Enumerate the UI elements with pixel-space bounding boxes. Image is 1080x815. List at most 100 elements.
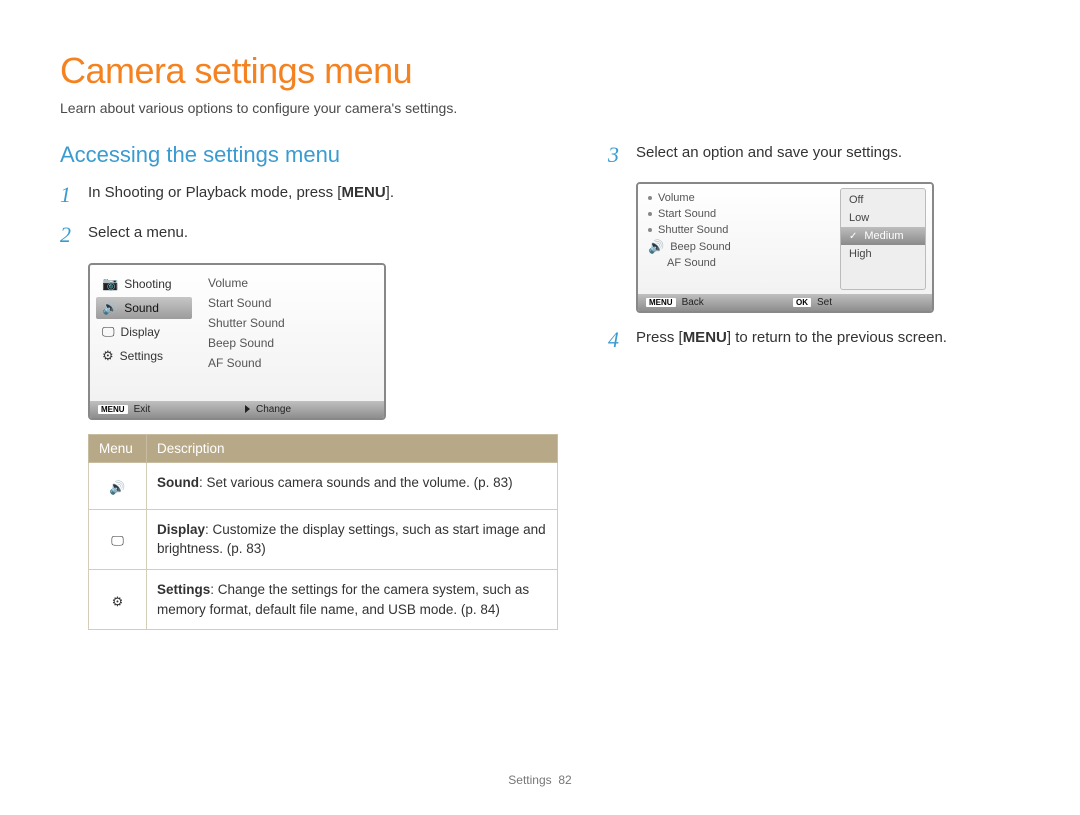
page-title: Camera settings menu bbox=[60, 50, 1020, 92]
footer-left: MENU Back bbox=[638, 294, 785, 311]
submenu-label: Shutter Sound bbox=[658, 224, 728, 236]
row-icon: 🖵 bbox=[89, 509, 147, 569]
menu-badge: MENU bbox=[98, 405, 128, 414]
submenu-item: Volume bbox=[208, 273, 378, 293]
step-number: 1 bbox=[60, 182, 88, 208]
option-item-selected: Medium bbox=[841, 227, 925, 245]
footer-left: MENU Exit bbox=[90, 401, 237, 418]
submenu-item: AF Sound bbox=[208, 353, 378, 373]
row-bold: Display bbox=[157, 522, 205, 537]
cs-footer: MENU Exit Change bbox=[90, 401, 384, 418]
menu-item-sound: 🔊 Sound bbox=[96, 297, 192, 319]
submenu-item: Beep Sound bbox=[208, 333, 378, 353]
row-desc: Sound: Set various camera sounds and the… bbox=[147, 462, 558, 509]
menu-item-display: 🖵 Display bbox=[96, 321, 192, 343]
camera-screen-menu: 📷 Shooting 🔊 Sound 🖵 Display ⚙ Settings bbox=[88, 263, 386, 420]
menu-item-label: Shooting bbox=[124, 277, 171, 291]
table-row: ⚙ Settings: Change the settings for the … bbox=[89, 570, 558, 630]
submenu-item: Shutter Sound bbox=[208, 313, 378, 333]
table-head-desc: Description bbox=[147, 434, 558, 462]
submenu-item: Start Sound bbox=[208, 293, 378, 313]
submenu-row: 🔊 Beep Sound bbox=[648, 238, 834, 255]
display-icon: 🖵 bbox=[102, 325, 115, 338]
row-bold: Settings bbox=[157, 582, 210, 597]
step-post: ] to return to the previous screen. bbox=[727, 329, 947, 346]
menu-item-settings: ⚙ Settings bbox=[96, 345, 192, 367]
display-icon: 🖵 bbox=[111, 533, 124, 548]
camera-icon: 📷 bbox=[102, 277, 118, 290]
submenu-row: AF Sound bbox=[648, 255, 834, 271]
submenu-row: Start Sound bbox=[648, 206, 834, 222]
bullet-icon bbox=[648, 196, 652, 200]
menu-item-label: Display bbox=[121, 325, 160, 339]
step-number: 4 bbox=[608, 327, 636, 353]
table-head-menu: Menu bbox=[89, 434, 147, 462]
step-number: 2 bbox=[60, 222, 88, 248]
play-icon bbox=[245, 405, 250, 413]
right-column: 3 Select an option and save your setting… bbox=[608, 142, 1020, 630]
row-rest: : Customize the display settings, such a… bbox=[157, 522, 546, 557]
footer-right-text: Change bbox=[256, 404, 291, 415]
bullet-icon bbox=[648, 212, 652, 216]
description-table: Menu Description 🔊 Sound: Set various ca… bbox=[88, 434, 558, 630]
footer-label: Settings bbox=[508, 773, 551, 787]
step-bold: MENU bbox=[341, 184, 385, 201]
submenu-label: Beep Sound bbox=[670, 241, 731, 253]
step-text: In Shooting or Playback mode, press [MEN… bbox=[88, 182, 394, 205]
step-text: Press [MENU] to return to the previous s… bbox=[636, 327, 947, 350]
step-3: 3 Select an option and save your setting… bbox=[608, 142, 1020, 168]
submenu-row: Shutter Sound bbox=[648, 222, 834, 238]
submenu-row: Volume bbox=[648, 190, 834, 206]
gear-icon: ⚙ bbox=[112, 594, 124, 609]
footer-page: 82 bbox=[558, 773, 571, 787]
cs-body: Volume Start Sound Shutter Sound 🔊 Beep S… bbox=[638, 184, 932, 294]
check-icon bbox=[849, 230, 860, 242]
menu-badge: MENU bbox=[646, 298, 676, 307]
submenu-label: AF Sound bbox=[667, 257, 716, 269]
row-rest: : Change the settings for the camera sys… bbox=[157, 582, 529, 617]
bullet-icon bbox=[648, 228, 652, 232]
speaker-icon: 🔊 bbox=[648, 240, 664, 253]
menu-item-label: Settings bbox=[120, 349, 163, 363]
table-row: 🔊 Sound: Set various camera sounds and t… bbox=[89, 462, 558, 509]
camera-screen-option: Volume Start Sound Shutter Sound 🔊 Beep S… bbox=[636, 182, 934, 313]
step-text: Select a menu. bbox=[88, 222, 188, 245]
menu-item-label: Sound bbox=[124, 301, 159, 315]
step-number: 3 bbox=[608, 142, 636, 168]
footer-left-text: Exit bbox=[134, 404, 151, 415]
row-bold: Sound bbox=[157, 475, 199, 490]
step-pre: Press [ bbox=[636, 329, 683, 346]
row-icon: 🔊 bbox=[89, 462, 147, 509]
step-1: 1 In Shooting or Playback mode, press [M… bbox=[60, 182, 558, 208]
option-item: Off bbox=[841, 191, 925, 209]
cs-footer: MENU Back OK Set bbox=[638, 294, 932, 311]
page-subtitle: Learn about various options to configure… bbox=[60, 100, 1020, 116]
option-item: Low bbox=[841, 209, 925, 227]
ok-badge: OK bbox=[793, 298, 811, 307]
table-row: 🖵 Display: Customize the display setting… bbox=[89, 509, 558, 569]
step-bold: MENU bbox=[683, 329, 727, 346]
cs-left-menu: 📷 Shooting 🔊 Sound 🖵 Display ⚙ Settings bbox=[90, 265, 198, 401]
section-heading: Accessing the settings menu bbox=[60, 142, 558, 168]
option-label: Medium bbox=[864, 230, 903, 242]
row-desc: Settings: Change the settings for the ca… bbox=[147, 570, 558, 630]
footer-right: Change bbox=[237, 401, 384, 418]
content-columns: Accessing the settings menu 1 In Shootin… bbox=[60, 142, 1020, 630]
cs-body: 📷 Shooting 🔊 Sound 🖵 Display ⚙ Settings bbox=[90, 265, 384, 401]
step-post: ]. bbox=[386, 184, 394, 201]
row-icon: ⚙ bbox=[89, 570, 147, 630]
speaker-icon: 🔊 bbox=[102, 301, 118, 314]
submenu-label: Volume bbox=[658, 192, 695, 204]
footer-right-text: Set bbox=[817, 297, 832, 308]
row-desc: Display: Customize the display settings,… bbox=[147, 509, 558, 569]
step-4: 4 Press [MENU] to return to the previous… bbox=[608, 327, 1020, 353]
footer-left-text: Back bbox=[682, 297, 704, 308]
gear-icon: ⚙ bbox=[102, 349, 114, 362]
cs-left-list: Volume Start Sound Shutter Sound 🔊 Beep S… bbox=[638, 184, 840, 294]
option-item: High bbox=[841, 245, 925, 263]
menu-item-shooting: 📷 Shooting bbox=[96, 273, 192, 295]
step-2: 2 Select a menu. bbox=[60, 222, 558, 248]
submenu-label: Start Sound bbox=[658, 208, 716, 220]
step-pre: In Shooting or Playback mode, press [ bbox=[88, 184, 341, 201]
row-rest: : Set various camera sounds and the volu… bbox=[199, 475, 513, 490]
